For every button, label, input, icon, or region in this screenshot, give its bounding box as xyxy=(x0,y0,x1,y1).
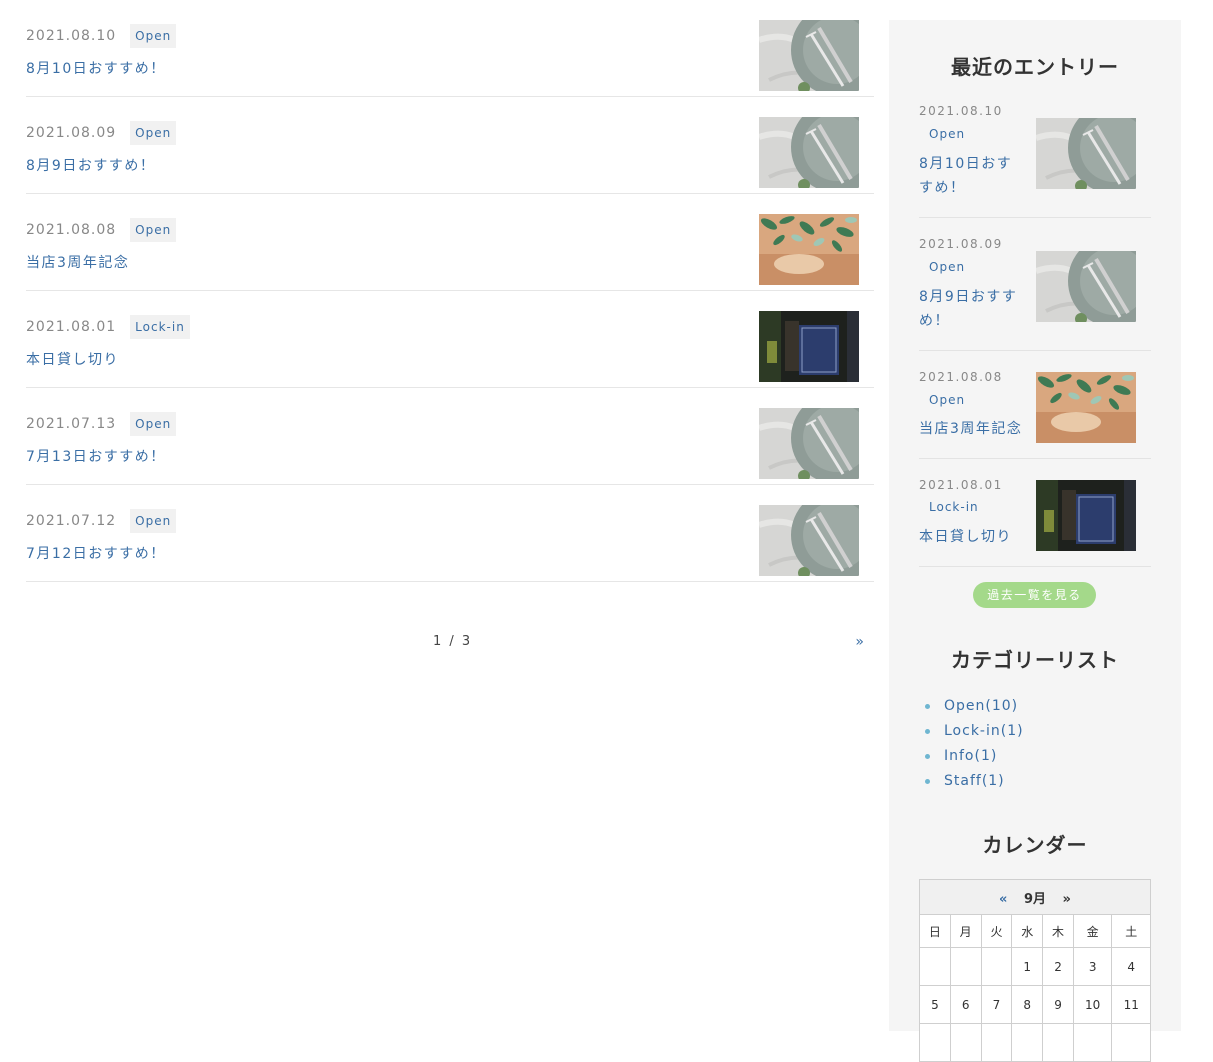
entry-thumbnail[interactable] xyxy=(759,117,859,188)
calendar-month: 9月 xyxy=(1023,891,1047,907)
category-list: Open(10) Lock-in(1) Info(1) Staff(1) xyxy=(925,694,1024,794)
calendar-day: 2 xyxy=(1042,947,1074,986)
calendar-day: 3 xyxy=(1072,947,1113,986)
calendar-day xyxy=(1042,1023,1074,1062)
entry-item[interactable]: 2021.07.12 Open 7月12日おすすめ！ xyxy=(26,485,874,582)
calendar-day: 7 xyxy=(980,985,1013,1024)
entry-category[interactable]: Open xyxy=(130,218,177,242)
calendar-day xyxy=(919,947,951,986)
recent-entry-category[interactable]: Open xyxy=(929,127,965,141)
view-archive-button[interactable]: 過去一覧を見る xyxy=(973,582,1096,608)
calendar-day: 8 xyxy=(1011,985,1044,1024)
entry-date: 2021.08.08 xyxy=(26,222,117,238)
calendar: « 9月 » 日 月 火 水 木 金 土 1 2 3 4 5 6 7 8 9 1… xyxy=(919,879,1151,1062)
calendar-day: 9 xyxy=(1042,985,1074,1024)
entry-title[interactable]: 8月9日おすすめ！ xyxy=(26,155,155,175)
calendar-day xyxy=(1072,1023,1113,1062)
calendar-weekday: 水 xyxy=(1011,914,1044,948)
entry-thumbnail[interactable] xyxy=(759,20,859,91)
entry-date: 2021.07.13 xyxy=(26,416,117,432)
entry-thumbnail[interactable] xyxy=(759,214,859,285)
entry-title[interactable]: 7月13日おすすめ！ xyxy=(26,446,166,466)
calendar-weekday: 木 xyxy=(1042,914,1074,948)
recent-entry-thumbnail[interactable] xyxy=(1036,118,1136,189)
next-page-link[interactable]: » xyxy=(855,634,864,650)
entry-date: 2021.08.10 xyxy=(26,28,117,44)
entry-title[interactable]: 8月10日おすすめ！ xyxy=(26,58,166,78)
recent-entry[interactable]: 2021.08.09 Open 8月9日おすすめ！ xyxy=(919,235,1151,351)
recent-entry-title[interactable]: 8月10日おすすめ！ xyxy=(919,152,1027,200)
calendar-day xyxy=(919,1023,951,1062)
entry-thumbnail[interactable] xyxy=(759,408,859,479)
recent-entry[interactable]: 2021.08.01 Lock-in 本日貸し切り xyxy=(919,477,1151,567)
entry-item[interactable]: 2021.08.01 Lock-in 本日貸し切り xyxy=(26,291,874,388)
calendar-day xyxy=(949,947,982,986)
entry-thumbnail[interactable] xyxy=(759,311,859,382)
recent-entry[interactable]: 2021.08.10 Open 8月10日おすすめ！ xyxy=(919,102,1151,218)
recent-entry-date: 2021.08.10 xyxy=(919,104,1003,118)
entry-category[interactable]: Open xyxy=(130,24,177,48)
entry-list: 2021.08.10 Open 8月10日おすすめ！ 2021.08.09 Op… xyxy=(26,0,874,582)
entry-date: 2021.08.09 xyxy=(26,125,117,141)
calendar-prev-month[interactable]: « xyxy=(999,892,1007,907)
calendar-day xyxy=(1011,1023,1044,1062)
recent-entry[interactable]: 2021.08.08 Open 当店3周年記念 xyxy=(919,368,1151,459)
calendar-header: « 9月 » xyxy=(919,879,1151,915)
entry-thumbnail[interactable] xyxy=(759,505,859,576)
recent-entry-title[interactable]: 本日貸し切り xyxy=(919,525,1039,549)
category-item[interactable]: Staff(1) xyxy=(925,769,1024,794)
category-list-heading: カテゴリーリスト xyxy=(951,648,1119,672)
entry-title[interactable]: 本日貸し切り xyxy=(26,349,119,369)
calendar-day: 4 xyxy=(1111,947,1151,986)
calendar-day xyxy=(980,1023,1013,1062)
calendar-weekday: 土 xyxy=(1111,914,1151,948)
entry-item[interactable]: 2021.08.10 Open 8月10日おすすめ！ xyxy=(26,0,874,97)
entry-category[interactable]: Open xyxy=(130,412,177,436)
entry-title[interactable]: 当店3周年記念 xyxy=(26,252,129,272)
entry-date: 2021.08.01 xyxy=(26,319,117,335)
calendar-day xyxy=(949,1023,982,1062)
recent-entry-category[interactable]: Open xyxy=(929,260,965,274)
calendar-day: 11 xyxy=(1111,985,1151,1024)
recent-entry-title[interactable]: 8月9日おすすめ！ xyxy=(919,285,1027,333)
calendar-day xyxy=(1111,1023,1151,1062)
calendar-day: 1 xyxy=(1011,947,1044,986)
entry-category[interactable]: Open xyxy=(130,509,177,533)
category-item[interactable]: Lock-in(1) xyxy=(925,719,1024,744)
category-item[interactable]: Info(1) xyxy=(925,744,1024,769)
recent-entry-thumbnail[interactable] xyxy=(1036,251,1136,322)
entry-item[interactable]: 2021.08.09 Open 8月9日おすすめ！ xyxy=(26,97,874,194)
recent-entry-category[interactable]: Open xyxy=(929,393,965,407)
calendar-weekday: 月 xyxy=(949,914,982,948)
page-indicator: 1 / 3 xyxy=(433,634,473,649)
recent-entry-title[interactable]: 当店3周年記念 xyxy=(919,417,1039,441)
recent-entries-heading: 最近のエントリー xyxy=(951,55,1119,79)
entry-date: 2021.07.12 xyxy=(26,513,117,529)
pagination: 1 / 3 » xyxy=(26,634,874,654)
recent-entry-date: 2021.08.09 xyxy=(919,237,1003,251)
entry-item[interactable]: 2021.07.13 Open 7月13日おすすめ！ xyxy=(26,388,874,485)
calendar-day: 5 xyxy=(919,985,951,1024)
category-item[interactable]: Open(10) xyxy=(925,694,1024,719)
calendar-heading: カレンダー xyxy=(982,833,1088,857)
recent-entry-thumbnail[interactable] xyxy=(1036,372,1136,443)
sidebar: 最近のエントリー 2021.08.10 Open 8月10日おすすめ！ 2021… xyxy=(889,20,1181,1062)
recent-entry-thumbnail[interactable] xyxy=(1036,480,1136,551)
entry-item[interactable]: 2021.08.08 Open 当店3周年記念 xyxy=(26,194,874,291)
calendar-day: 10 xyxy=(1072,985,1113,1024)
calendar-weekday: 金 xyxy=(1072,914,1113,948)
calendar-weekday: 日 xyxy=(919,914,951,948)
calendar-next-month[interactable]: » xyxy=(1063,892,1071,907)
entry-category[interactable]: Open xyxy=(130,121,177,145)
entry-category[interactable]: Lock-in xyxy=(130,315,190,339)
calendar-weekday: 火 xyxy=(980,914,1013,948)
calendar-day xyxy=(980,947,1013,986)
calendar-day: 6 xyxy=(949,985,982,1024)
entry-title[interactable]: 7月12日おすすめ！ xyxy=(26,543,166,563)
recent-entry-category[interactable]: Lock-in xyxy=(929,500,979,514)
recent-entry-date: 2021.08.01 xyxy=(919,478,1003,492)
recent-entry-date: 2021.08.08 xyxy=(919,370,1003,384)
